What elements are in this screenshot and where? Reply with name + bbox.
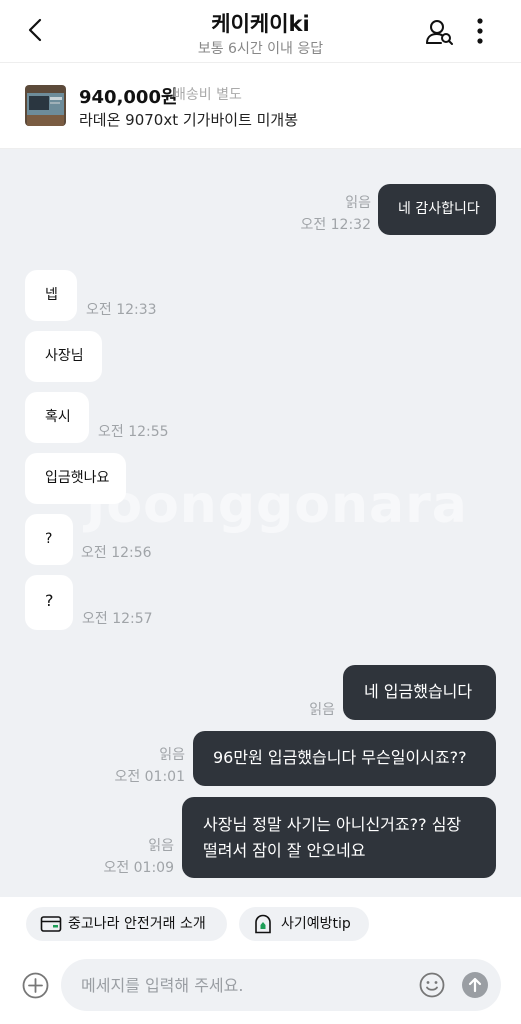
user-search-icon[interactable] bbox=[424, 17, 456, 47]
chat-header: 케이케이ki 보통 6시간 이내 응답 bbox=[0, 0, 521, 63]
message-time: 오전 12:33 bbox=[86, 302, 157, 318]
safe-trade-chip[interactable]: 중고나라 안전거래 소개 bbox=[26, 907, 227, 941]
my-message-bubble[interactable]: 96만원 입금했습니다 무슨일이시죠?? bbox=[193, 731, 496, 786]
card-icon bbox=[40, 916, 62, 932]
read-status: 읽음 bbox=[309, 702, 335, 718]
message-meta: 읽음 오전 01:01 bbox=[114, 744, 185, 788]
message-time: 오전 01:01 bbox=[114, 769, 185, 785]
safe-trade-label: 중고나라 안전거래 소개 bbox=[68, 916, 206, 932]
plus-icon[interactable] bbox=[22, 972, 49, 999]
message-meta: 읽음 오전 12:32 bbox=[300, 192, 371, 236]
product-summary[interactable]: 940,000원 배송비 별도 라데온 9070xt 기가바이트 미개봉 bbox=[0, 63, 521, 149]
message-time: 오전 12:32 bbox=[300, 217, 371, 233]
message-meta: 읽음 오전 01:09 bbox=[103, 835, 174, 879]
shipping-note: 배송비 별도 bbox=[173, 87, 242, 103]
emoji-icon[interactable] bbox=[418, 971, 446, 999]
message-input-container bbox=[61, 959, 501, 1011]
more-options-icon[interactable] bbox=[470, 16, 490, 46]
message-time: 오전 12:56 bbox=[81, 545, 152, 561]
my-message-bubble[interactable]: 사장님 정말 사기는 아니신거죠?? 심장 떨려서 잠이 잘 안오네요 bbox=[182, 797, 496, 878]
chat-message-list[interactable]: Joonggonara 읽음 오전 12:32 네 감사합니다 넵 오전 12:… bbox=[0, 149, 521, 897]
send-arrow-icon[interactable] bbox=[461, 971, 489, 999]
partner-message-bubble[interactable]: ? bbox=[25, 514, 73, 565]
read-status: 읽음 bbox=[148, 838, 174, 854]
partner-message-bubble[interactable]: 입금햇나요 bbox=[25, 453, 126, 504]
message-time: 오전 12:57 bbox=[82, 611, 153, 627]
fraud-tip-label: 사기예방tip bbox=[281, 916, 351, 932]
message-time: 오전 12:55 bbox=[98, 424, 169, 440]
product-thumbnail[interactable] bbox=[25, 85, 66, 126]
shield-lock-icon bbox=[255, 914, 271, 934]
partner-message-bubble[interactable]: 혹시 bbox=[25, 392, 89, 443]
message-meta: 읽음 bbox=[309, 699, 335, 721]
message-input[interactable] bbox=[81, 972, 411, 998]
read-status: 읽음 bbox=[159, 747, 185, 763]
read-status: 읽음 bbox=[345, 195, 371, 211]
partner-message-bubble[interactable]: 사장님 bbox=[25, 331, 102, 382]
my-message-bubble[interactable]: 네 입금했습니다 bbox=[343, 665, 496, 720]
watermark-logo: Joonggonara bbox=[86, 475, 468, 535]
message-time: 오전 01:09 bbox=[103, 860, 174, 876]
product-price: 940,000원 bbox=[79, 87, 178, 108]
fraud-prevention-tip-chip[interactable]: 사기예방tip bbox=[239, 907, 369, 941]
partner-message-bubble[interactable]: 넵 bbox=[25, 270, 77, 321]
composer-area: 중고나라 안전거래 소개 사기예방tip bbox=[0, 897, 521, 1024]
my-message-bubble[interactable]: 네 감사합니다 bbox=[378, 184, 496, 235]
product-name: 라데온 9070xt 기가바이트 미개봉 bbox=[79, 111, 299, 129]
partner-message-bubble[interactable]: ? bbox=[25, 575, 73, 630]
